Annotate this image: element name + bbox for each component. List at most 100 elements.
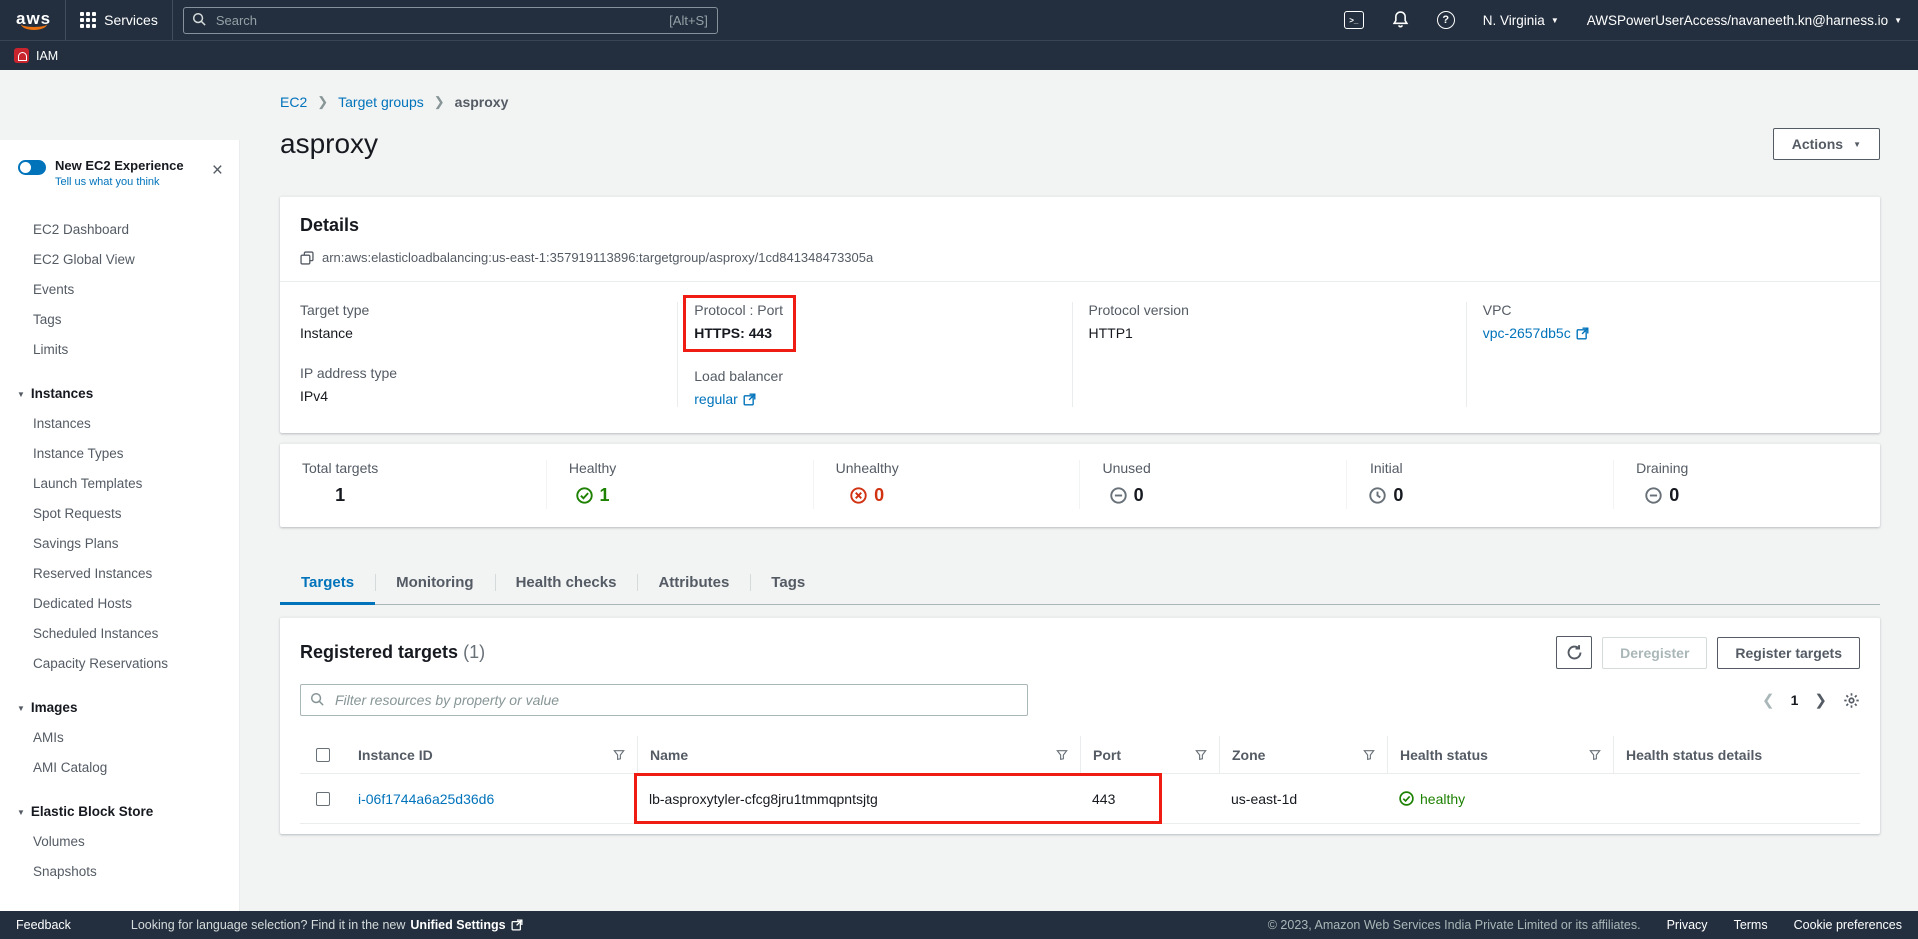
table-settings-gear-icon[interactable] xyxy=(1843,692,1860,709)
details-card: Details arn:aws:elasticloadbalancing:us-… xyxy=(280,196,1880,433)
cloudshell-icon[interactable]: >_ xyxy=(1344,11,1364,29)
sidebar-item[interactable]: ▼Events xyxy=(0,274,239,304)
region-selector[interactable]: N. Virginia ▼ xyxy=(1483,13,1559,28)
col-port: Port xyxy=(1093,747,1121,763)
ip-type-label: IP address type xyxy=(300,365,661,381)
privacy-link[interactable]: Privacy xyxy=(1667,918,1708,932)
copy-icon[interactable] xyxy=(300,251,314,265)
register-targets-button[interactable]: Register targets xyxy=(1717,637,1860,669)
sidebar-item[interactable]: ▼Instances xyxy=(0,408,239,438)
breadcrumb-current: asproxy xyxy=(455,94,509,110)
experience-toggle[interactable] xyxy=(18,160,46,175)
stat-unhealthy: Unhealthy 0 xyxy=(813,460,1080,509)
iam-service-icon xyxy=(14,48,29,63)
sidebar-item[interactable]: ▼Capacity Reservations xyxy=(0,648,239,678)
stat-initial: Initial 0 xyxy=(1346,460,1613,509)
sidebar-item[interactable]: ▼Instance Types xyxy=(0,438,239,468)
search-icon xyxy=(310,692,325,707)
tab-targets[interactable]: Targets xyxy=(280,563,375,604)
target-type-label: Target type xyxy=(300,302,661,318)
tab-attributes[interactable]: Attributes xyxy=(637,563,750,604)
sidebar-item[interactable]: ▼AMI Catalog xyxy=(0,752,239,782)
global-search: [Alt+S] xyxy=(183,7,718,34)
sidebar-item[interactable]: ▼Instances xyxy=(0,378,239,408)
external-link-icon xyxy=(511,919,523,931)
sidebar-panel: New EC2 Experience Tell us what you thin… xyxy=(0,140,240,911)
instance-id-link[interactable]: i-06f1744a6a25d36d6 xyxy=(358,791,494,807)
col-health-status-details: Health status details xyxy=(1626,747,1762,763)
services-menu-button[interactable]: Services xyxy=(66,0,172,40)
cookie-preferences-link[interactable]: Cookie preferences xyxy=(1794,918,1902,932)
col-zone: Zone xyxy=(1232,747,1265,763)
deregister-button[interactable]: Deregister xyxy=(1602,637,1707,669)
sidebar-item[interactable]: ▼Dedicated Hosts xyxy=(0,588,239,618)
breadcrumb-ec2[interactable]: EC2 xyxy=(280,94,307,110)
target-group-arn: arn:aws:elasticloadbalancing:us-east-1:3… xyxy=(322,250,873,265)
tab-health-checks[interactable]: Health checks xyxy=(495,563,638,604)
next-page-icon[interactable]: ❯ xyxy=(1814,691,1827,709)
footer: Feedback Looking for language selection?… xyxy=(0,911,1918,939)
unified-settings-link[interactable]: Unified Settings xyxy=(410,918,505,932)
services-grid-icon xyxy=(80,12,96,28)
breadcrumb-target-groups[interactable]: Target groups xyxy=(338,94,424,110)
help-icon[interactable]: ? xyxy=(1437,11,1455,29)
healthy-check-icon xyxy=(1399,791,1414,806)
vpc-link[interactable]: vpc-2657db5c xyxy=(1483,325,1589,341)
sidebar-item[interactable]: ▼EC2 Dashboard xyxy=(0,214,239,244)
refresh-button[interactable] xyxy=(1556,636,1592,669)
filter-funnel-icon[interactable] xyxy=(1195,749,1207,761)
caret-down-icon: ▼ xyxy=(1853,140,1861,149)
ip-type-value: IPv4 xyxy=(300,388,661,404)
sidebar-item[interactable]: ▼Tags xyxy=(0,304,239,334)
account-menu[interactable]: AWSPowerUserAccess/navaneeth.kn@harness.… xyxy=(1587,13,1902,28)
sidebar-item[interactable]: ▼EC2 Global View xyxy=(0,244,239,274)
favorite-iam-link[interactable]: IAM xyxy=(36,49,58,63)
target-name: lb-asproxytyler-cfcg8jru1tmmqpntsjtg xyxy=(637,774,1080,823)
load-balancer-link[interactable]: regular xyxy=(694,391,756,407)
arn-row: arn:aws:elasticloadbalancing:us-east-1:3… xyxy=(300,250,1860,265)
protocol-port-value: HTTPS: 443 xyxy=(694,325,783,341)
sidebar-item[interactable]: ▼AMIs xyxy=(0,722,239,752)
breadcrumb-separator: ❯ xyxy=(434,94,445,110)
details-grid: Target type Instance IP address type IPv… xyxy=(300,282,1860,433)
filter-funnel-icon[interactable] xyxy=(1056,749,1068,761)
targets-filter-input[interactable] xyxy=(300,684,1028,716)
experience-feedback-link[interactable]: Tell us what you think xyxy=(55,176,184,188)
tab-tags[interactable]: Tags xyxy=(750,563,826,604)
col-instance-id: Instance ID xyxy=(358,747,433,763)
details-title: Details xyxy=(300,215,1860,236)
favorites-bar: IAM xyxy=(0,40,1918,70)
sidebar: New EC2 Experience Tell us what you thin… xyxy=(0,70,240,911)
aws-logo[interactable]: aws xyxy=(16,11,51,30)
sidebar-item[interactable]: ▼Scheduled Instances xyxy=(0,618,239,648)
healthy-check-icon xyxy=(576,487,593,504)
protocol-version-label: Protocol version xyxy=(1089,302,1450,318)
sidebar-item[interactable]: ▼Reserved Instances xyxy=(0,558,239,588)
terms-link[interactable]: Terms xyxy=(1734,918,1768,932)
select-all-checkbox[interactable] xyxy=(316,748,330,762)
sidebar-item[interactable]: ▼Limits xyxy=(0,334,239,364)
row-checkbox[interactable] xyxy=(316,792,330,806)
search-input[interactable] xyxy=(183,7,718,34)
page-number[interactable]: 1 xyxy=(1791,692,1799,708)
feedback-link[interactable]: Feedback xyxy=(16,918,71,932)
tab-monitoring[interactable]: Monitoring xyxy=(375,563,494,604)
stat-draining: Draining 0 xyxy=(1613,460,1880,509)
target-health-details xyxy=(1613,774,1860,823)
filter-funnel-icon[interactable] xyxy=(1589,749,1601,761)
notifications-bell-icon[interactable] xyxy=(1392,11,1409,29)
sidebar-item[interactable]: ▼Snapshots xyxy=(0,856,239,886)
col-health-status: Health status xyxy=(1400,747,1488,763)
sidebar-item[interactable]: ▼Savings Plans xyxy=(0,528,239,558)
filter-funnel-icon[interactable] xyxy=(1363,749,1375,761)
sidebar-item[interactable]: ▼Launch Templates xyxy=(0,468,239,498)
sidebar-item[interactable]: ▼Images xyxy=(0,692,239,722)
sidebar-nav: ▼EC2 Dashboard ▼EC2 Global View ▼Events … xyxy=(0,214,239,886)
previous-page-icon[interactable]: ❮ xyxy=(1762,691,1775,709)
filter-funnel-icon[interactable] xyxy=(613,749,625,761)
sidebar-item[interactable]: ▼Volumes xyxy=(0,826,239,856)
close-icon[interactable]: × xyxy=(212,164,223,178)
sidebar-item[interactable]: ▼Spot Requests xyxy=(0,498,239,528)
actions-button[interactable]: Actions ▼ xyxy=(1773,128,1880,160)
sidebar-item[interactable]: ▼Elastic Block Store xyxy=(0,796,239,826)
